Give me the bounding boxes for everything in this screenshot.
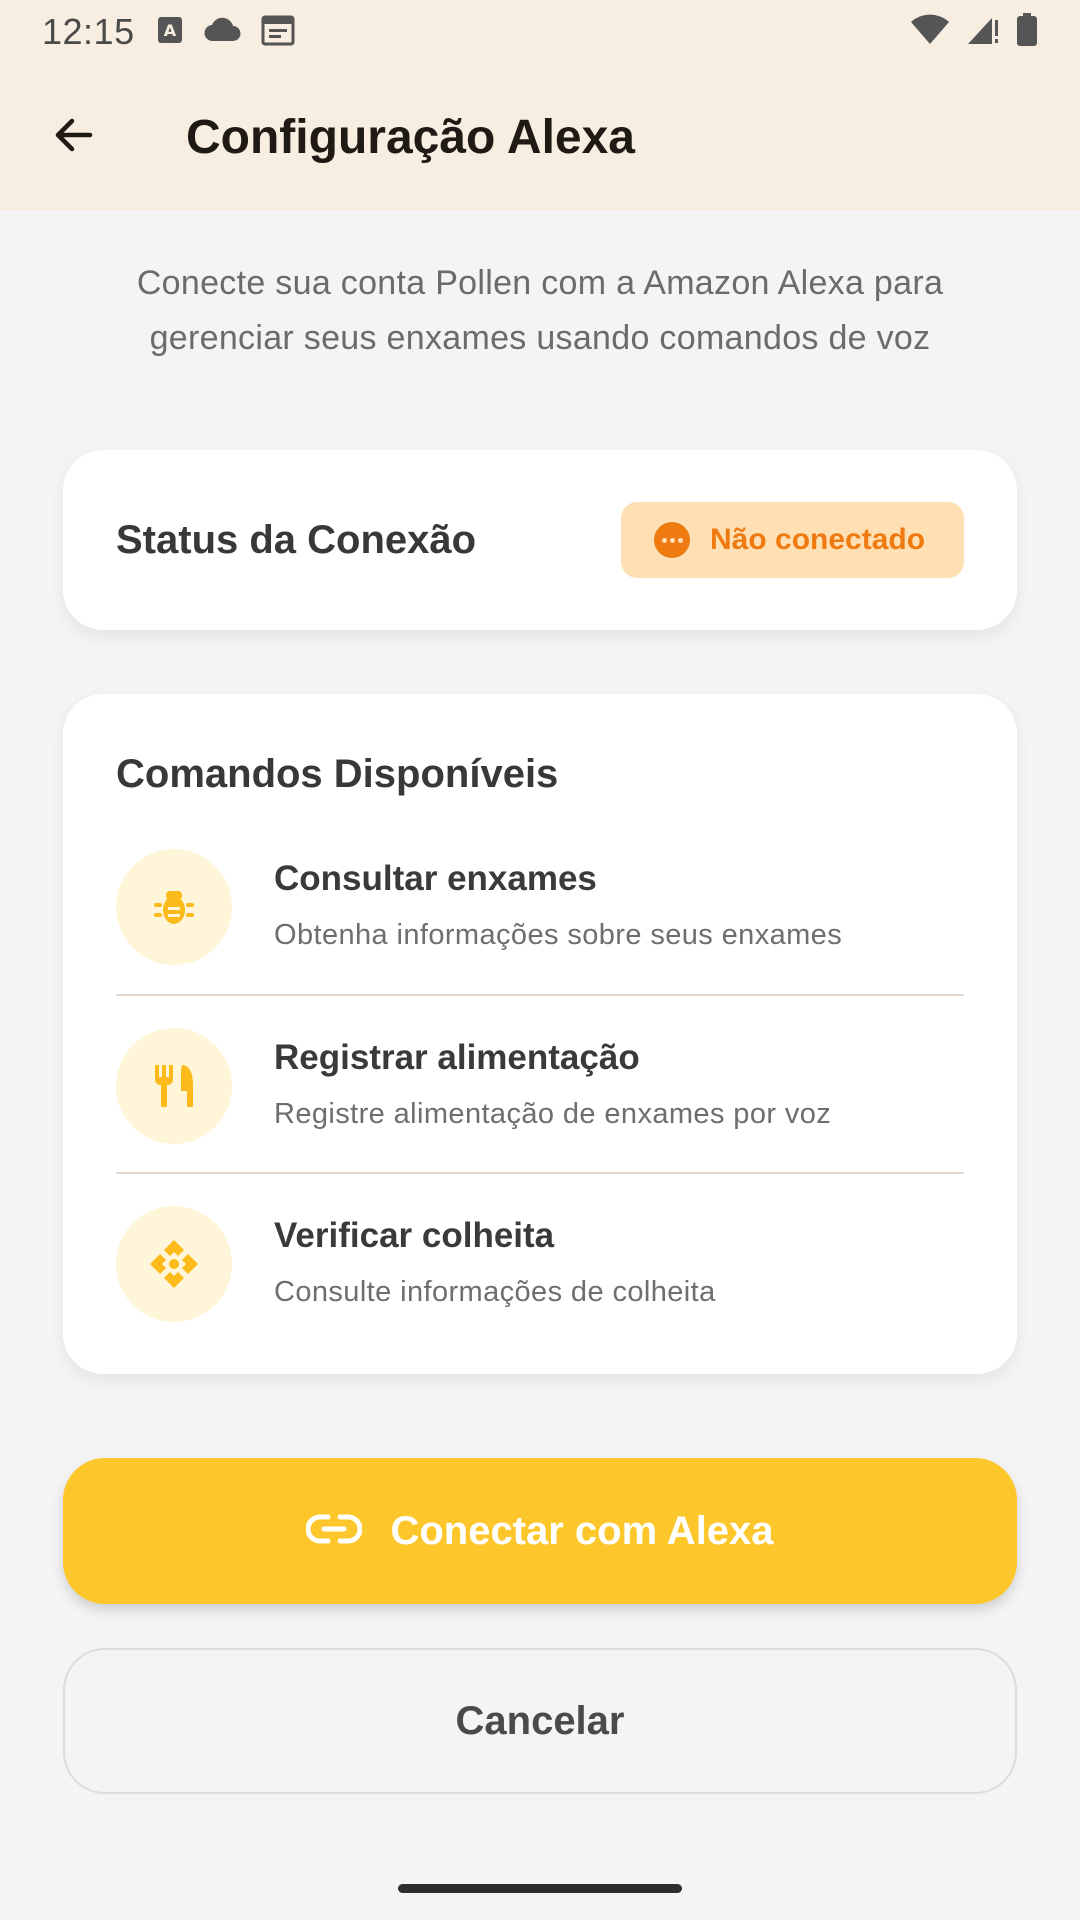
command-item-registrar-alimentacao: Registrar alimentação Registre alimentaç… — [116, 1028, 964, 1206]
cellular-signal-icon — [966, 14, 1000, 51]
cancel-button[interactable]: Cancelar — [63, 1648, 1017, 1794]
command-title: Registrar alimentação — [274, 1038, 640, 1077]
status-time: 12:15 — [42, 11, 135, 52]
command-item-verificar-colheita: Verificar colheita Consulte informações … — [116, 1206, 964, 1384]
commands-card: Comandos Disponíveis Consultar enxames O… — [63, 694, 1017, 1374]
command-description: Registre alimentação de enxames por voz — [274, 1098, 832, 1130]
status-icons-left: A — [157, 14, 295, 51]
cancel-label: Cancelar — [455, 1698, 625, 1743]
calendar-icon — [261, 14, 295, 51]
home-indicator[interactable] — [398, 1884, 682, 1893]
app-bar: Configuração Alexa — [0, 64, 1080, 210]
status-icons-right — [910, 12, 1038, 52]
link-icon — [305, 1513, 363, 1550]
command-title: Consultar enxames — [274, 859, 597, 898]
font-a-icon: A — [157, 16, 183, 49]
command-title: Verificar colheita — [274, 1216, 555, 1255]
arrow-back-icon — [50, 111, 98, 164]
battery-icon — [1016, 12, 1038, 52]
status-badge: Não conectado — [621, 502, 964, 578]
divider — [116, 1172, 964, 1174]
command-description: Consulte informações de colheita — [274, 1276, 716, 1308]
command-description: Obtenha informações sobre seus enxames — [274, 919, 843, 951]
harvest-icon — [116, 1206, 232, 1322]
more-horizontal-circle-icon — [654, 522, 690, 558]
back-button[interactable] — [24, 87, 124, 187]
fork-knife-icon — [116, 1028, 232, 1144]
connection-status-card: Status da Conexão Não conectado — [63, 450, 1017, 630]
intro-text: Conecte sua conta Pollen com a Amazon Al… — [136, 264, 944, 357]
svg-text:A: A — [163, 21, 176, 40]
command-item-consultar-enxames: Consultar enxames Obtenha informações so… — [116, 849, 964, 1027]
connect-alexa-label: Conectar com Alexa — [390, 1508, 774, 1553]
connection-status-label: Status da Conexão — [116, 517, 477, 562]
page-title: Configuração Alexa — [186, 110, 635, 164]
wifi-icon — [910, 14, 950, 51]
connect-alexa-button[interactable]: Conectar com Alexa — [63, 1458, 1017, 1604]
divider — [116, 994, 964, 996]
cloud-icon — [203, 17, 241, 48]
status-bar: 12:15 A — [0, 0, 1080, 64]
bug-icon — [116, 849, 232, 965]
commands-title: Comandos Disponíveis — [116, 752, 559, 796]
status-badge-text: Não conectado — [710, 523, 926, 556]
